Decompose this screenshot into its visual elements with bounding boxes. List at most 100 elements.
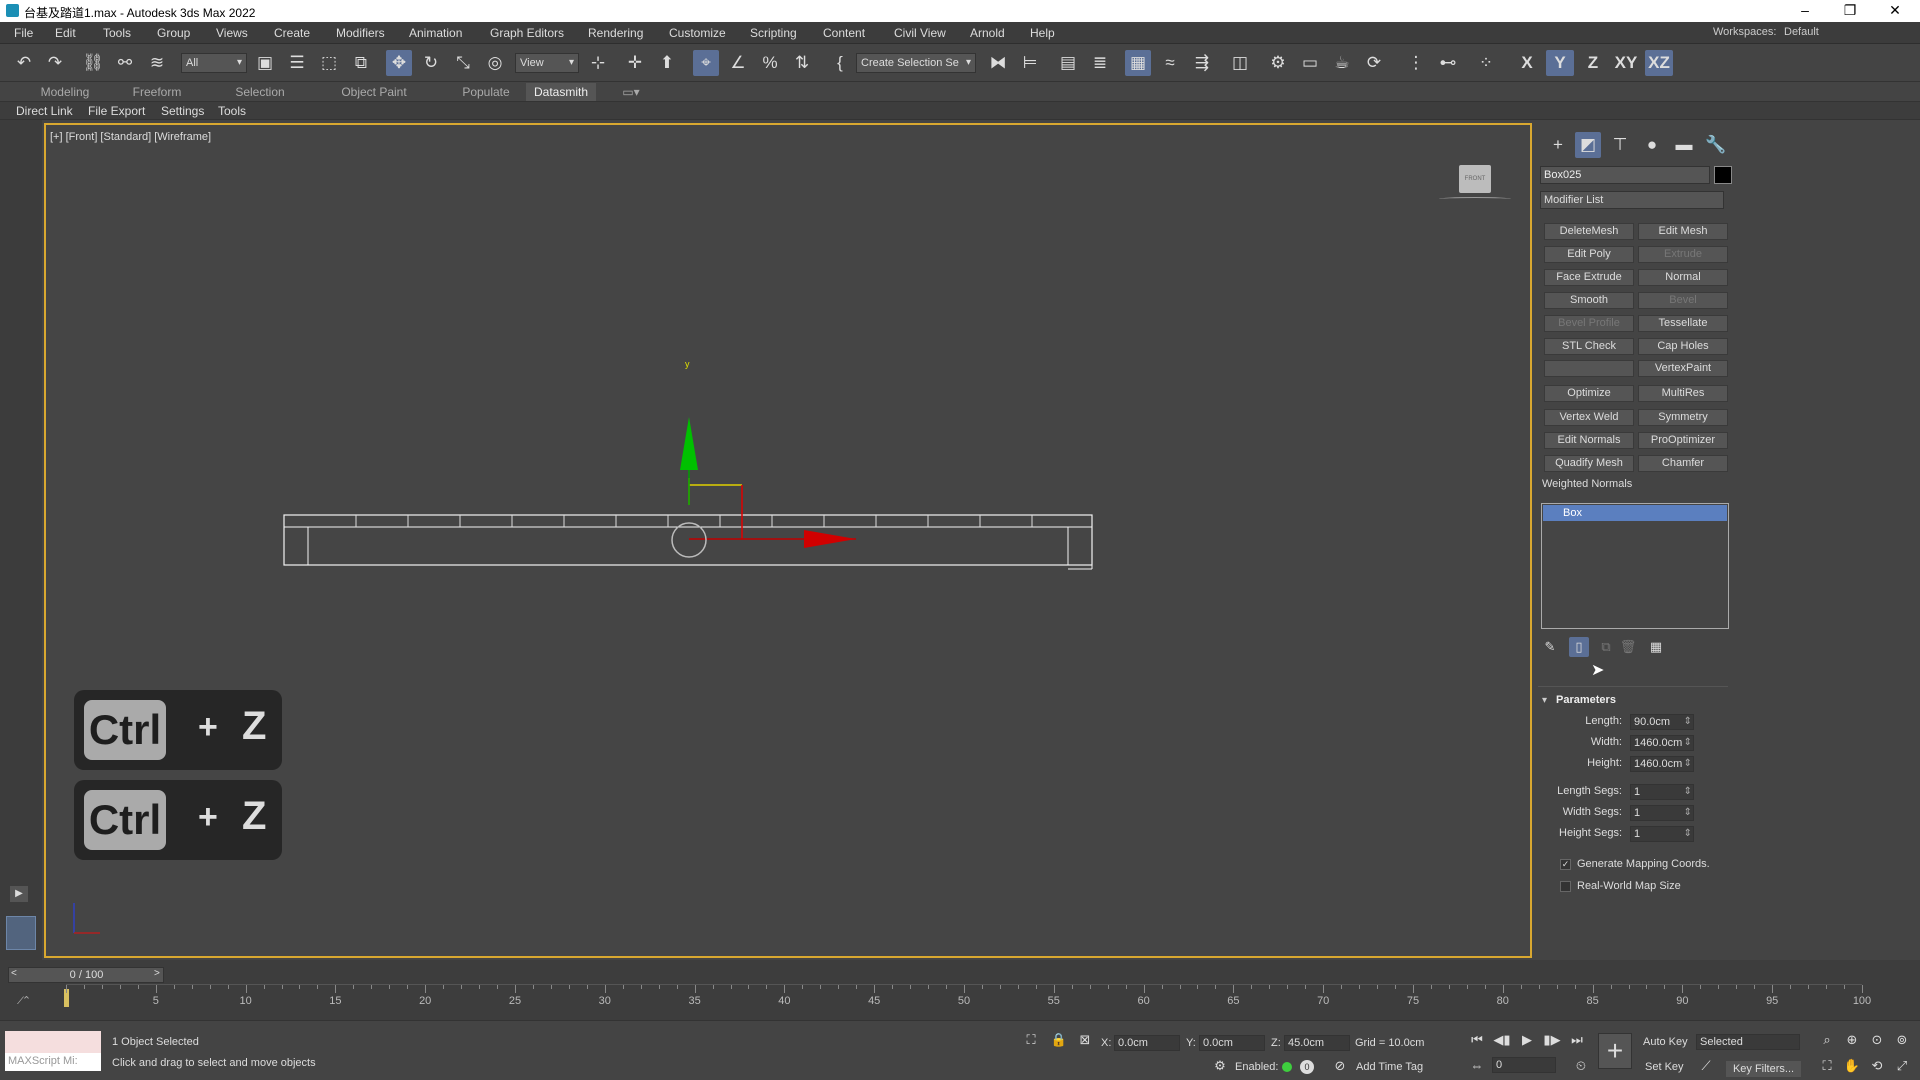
modifier-deletemesh-button[interactable]: DeleteMesh	[1544, 223, 1634, 240]
previous-frame-icon[interactable]: ◀▮	[1492, 1030, 1512, 1050]
modifier-chamfer-button[interactable]: Chamfer	[1638, 455, 1728, 472]
go-to-start-icon[interactable]: ⏮	[1467, 1030, 1487, 1050]
modifier-vertexpaint-button[interactable]: VertexPaint	[1638, 360, 1728, 377]
select-place-icon[interactable]: ◎	[482, 50, 508, 76]
hierarchy-tab-icon[interactable]: ⊤	[1607, 132, 1633, 158]
maxscript-mini-listener[interactable]: MAXScript Mi:	[5, 1053, 101, 1071]
width-segs-spinner[interactable]: 1	[1630, 805, 1694, 821]
layer-explorer-icon[interactable]: ≣	[1087, 50, 1113, 76]
menu-civil-view[interactable]: Civil View	[894, 26, 946, 40]
stack-item-box[interactable]: Box	[1543, 505, 1727, 521]
remove-modifier-icon[interactable]: 🗑	[1618, 637, 1638, 657]
create-tab-icon[interactable]: +	[1545, 132, 1571, 158]
set-key-button[interactable]: Set Key	[1645, 1061, 1684, 1073]
snap-grid-icon[interactable]: ⁘	[1473, 50, 1499, 76]
modifier-list-dropdown[interactable]: Modifier List	[1540, 191, 1724, 209]
key-mode-toggle-icon[interactable]: ⇔	[1467, 1056, 1487, 1076]
window-crossing-icon[interactable]: ⧉	[348, 50, 374, 76]
percent-snap-icon[interactable]: %	[757, 50, 783, 76]
rect-selection-icon[interactable]: ⬚	[316, 50, 342, 76]
render-production-icon[interactable]: ☕	[1329, 50, 1355, 76]
menu-scripting[interactable]: Scripting	[750, 26, 797, 40]
measure-icon[interactable]: ⊷	[1435, 50, 1461, 76]
edit-named-selection-icon[interactable]: {	[827, 50, 853, 76]
add-time-tag-icon[interactable]: ⊘	[1330, 1056, 1350, 1076]
render-setup-icon[interactable]: ⚙	[1265, 50, 1291, 76]
time-tag-icon[interactable]: 0	[1300, 1060, 1314, 1074]
go-to-end-icon[interactable]: ⏭	[1567, 1030, 1587, 1050]
modifier-face-extrude-button[interactable]: Face Extrude	[1544, 269, 1634, 286]
height-segs-spinner[interactable]: 1	[1630, 826, 1694, 842]
workspaces-dropdown[interactable]: Default	[1782, 26, 1912, 38]
menu-customize[interactable]: Customize	[669, 26, 726, 40]
zoom-extents-icon[interactable]: ⊙	[1867, 1030, 1887, 1050]
material-editor-icon[interactable]: ◫	[1227, 50, 1253, 76]
zoom-extents-all-icon[interactable]: ⊚	[1892, 1030, 1912, 1050]
make-unique-icon[interactable]: ⧉	[1596, 637, 1616, 657]
modifier-prooptimizer-button[interactable]: ProOptimizer	[1638, 432, 1728, 449]
snaps-toggle-icon[interactable]: ⌖	[693, 50, 719, 76]
keyboard-shortcut-override-icon[interactable]: ✛	[622, 50, 648, 76]
menu-group[interactable]: Group	[157, 26, 190, 40]
restore-button[interactable]: ❐	[1830, 0, 1870, 22]
tab-populate[interactable]: Populate	[450, 83, 522, 101]
menu-modifiers[interactable]: Modifiers	[336, 26, 385, 40]
select-by-name-icon[interactable]: ☰	[284, 50, 310, 76]
orbit-icon[interactable]: ⟲	[1867, 1056, 1887, 1076]
rendered-frame-window-icon[interactable]: ▭	[1297, 50, 1323, 76]
modifier-cap-holes-button[interactable]: Cap Holes	[1638, 338, 1728, 355]
modifier-edit-mesh-button[interactable]: Edit Mesh	[1638, 223, 1728, 240]
show-end-result-icon[interactable]: ▯	[1569, 637, 1589, 657]
y-axis-arrow[interactable]	[680, 417, 698, 470]
time-slider-next-icon[interactable]: >	[154, 968, 160, 979]
set-keys-icon[interactable]: +	[1598, 1033, 1632, 1069]
axis-x-button[interactable]: X	[1513, 50, 1541, 76]
modifier-empty-button[interactable]	[1544, 360, 1634, 377]
modifier-symmetry-button[interactable]: Symmetry	[1638, 409, 1728, 426]
height-spinner[interactable]: 1460.0cm	[1630, 756, 1694, 772]
modifier-stack[interactable]: Box	[1541, 503, 1729, 629]
length-spinner[interactable]: 90.0cm	[1630, 714, 1694, 730]
modifier-edit-normals-button[interactable]: Edit Normals	[1544, 432, 1634, 449]
menu-animation[interactable]: Animation	[409, 26, 462, 40]
menu-content[interactable]: Content	[823, 26, 865, 40]
select-rotate-icon[interactable]: ↻	[418, 50, 444, 76]
link-icon[interactable]: ⛓	[80, 50, 106, 76]
tab-selection[interactable]: Selection	[225, 83, 295, 101]
tab-modeling[interactable]: Modeling	[10, 83, 120, 101]
x-axis-arrow[interactable]	[804, 530, 856, 548]
auto-key-button[interactable]: Auto Key	[1643, 1036, 1688, 1048]
menu-arnold[interactable]: Arnold	[970, 26, 1005, 40]
modifier-smooth-button[interactable]: Smooth	[1544, 292, 1634, 309]
time-slider-prev-icon[interactable]: <	[11, 968, 17, 979]
settings-button[interactable]: Settings	[161, 104, 204, 118]
pan-view-icon[interactable]: ✋	[1842, 1056, 1862, 1076]
menu-rendering[interactable]: Rendering	[588, 26, 643, 40]
menu-file[interactable]: File	[14, 26, 33, 40]
minimize-button[interactable]: –	[1785, 0, 1825, 22]
expand-viewport-layout-icon[interactable]: ▶	[10, 886, 28, 902]
file-export-button[interactable]: File Export	[88, 104, 145, 118]
menu-help[interactable]: Help	[1030, 26, 1055, 40]
generate-mapping-checkbox[interactable]: ✓	[1560, 859, 1571, 870]
modifier-quadify-mesh-button[interactable]: Quadify Mesh	[1544, 455, 1634, 472]
unlink-icon[interactable]: ⚯	[112, 50, 138, 76]
field-of-view-icon[interactable]: ⛶	[1817, 1056, 1837, 1076]
y-coord-field[interactable]: 0.0cm	[1199, 1035, 1265, 1051]
modifier-bevel-button[interactable]: Bevel	[1638, 292, 1728, 309]
default-in-out-tangents-icon[interactable]: ⟋	[1696, 1056, 1716, 1076]
modifier-vertex-weld-button[interactable]: Vertex Weld	[1544, 409, 1634, 426]
curve-editor-icon[interactable]: ≈	[1157, 50, 1183, 76]
tab-object-paint[interactable]: Object Paint	[330, 83, 418, 101]
modifier-stl-check-button[interactable]: STL Check	[1544, 338, 1634, 355]
axis-xz-button[interactable]: XZ	[1645, 50, 1673, 76]
object-color-swatch[interactable]	[1714, 166, 1732, 184]
modify-tab-icon[interactable]: ◩	[1575, 132, 1601, 158]
maxscript-listener-pink[interactable]	[5, 1031, 101, 1053]
viewport-layout-tab[interactable]	[6, 916, 36, 950]
manipulate-icon[interactable]: ⬆	[654, 50, 680, 76]
adaptive-degradation-icon[interactable]: ⚙	[1210, 1056, 1230, 1076]
redo-icon[interactable]: ↷	[42, 50, 68, 76]
schematic-view-icon[interactable]: ⇶	[1189, 50, 1215, 76]
length-segs-spinner[interactable]: 1	[1630, 784, 1694, 800]
